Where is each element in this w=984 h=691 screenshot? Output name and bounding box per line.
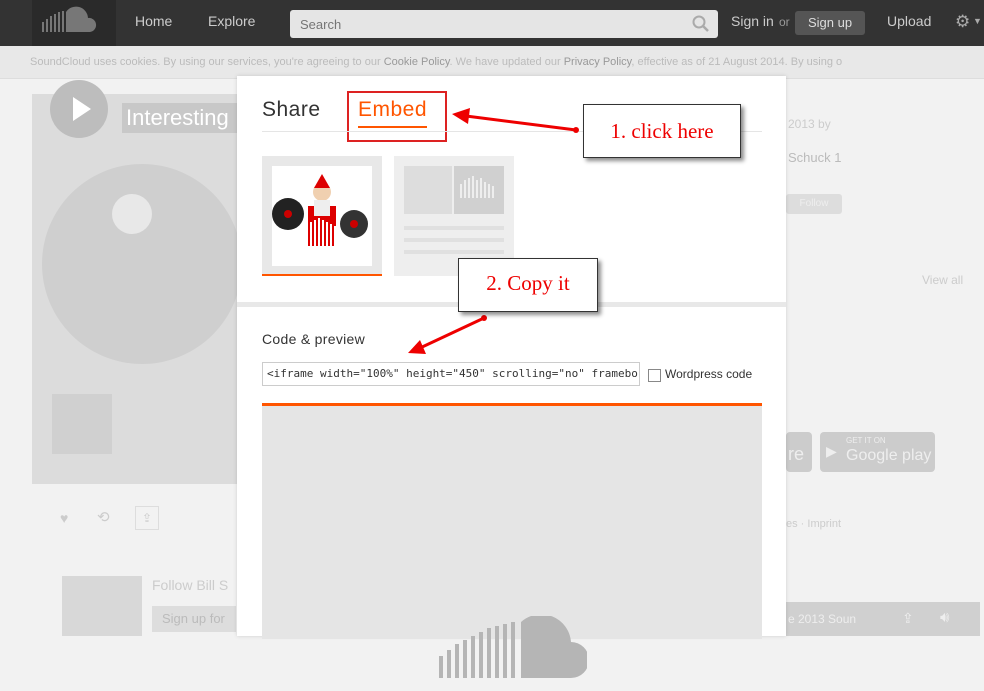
callout-step-2: 2. Copy it [458, 258, 598, 312]
annotation-arrows [408, 108, 579, 354]
callout-step-1: 1. click here [583, 104, 741, 158]
